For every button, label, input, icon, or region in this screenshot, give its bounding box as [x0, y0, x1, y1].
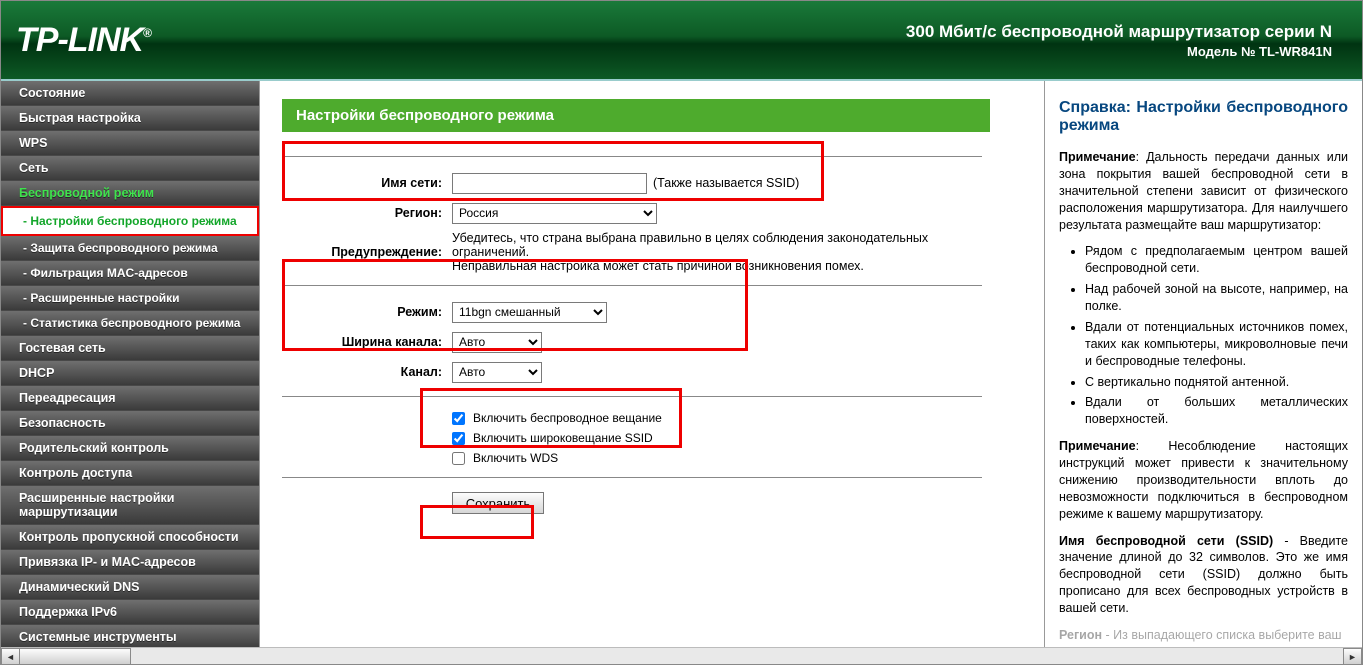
- help-panel: Справка: Настройки беспроводного режима …: [1044, 81, 1362, 647]
- ssid-label: Имя сети:: [282, 176, 452, 190]
- channel-label: Канал:: [282, 365, 452, 379]
- save-button[interactable]: Сохранить: [452, 492, 544, 514]
- main-content: Настройки беспроводного режима Имя сети:…: [260, 81, 1044, 647]
- sidebar-item[interactable]: Контроль доступа: [1, 461, 259, 486]
- help-bullet: Вдали от больших металлических поверхнос…: [1085, 394, 1348, 428]
- sidebar-subitem[interactable]: - Расширенные настройки: [1, 286, 259, 311]
- page-title: Настройки беспроводного режима: [282, 99, 990, 132]
- sidebar-item[interactable]: Безопасность: [1, 411, 259, 436]
- sidebar-item[interactable]: Беспроводной режим: [1, 181, 259, 206]
- sidebar-item[interactable]: Гостевая сеть: [1, 336, 259, 361]
- sidebar-item[interactable]: Состояние: [1, 81, 259, 106]
- scroll-right-icon[interactable]: ►: [1343, 648, 1362, 665]
- broadcast-checkbox[interactable]: [452, 412, 465, 425]
- sidebar-item[interactable]: Расширенные настройки маршрутизации: [1, 486, 259, 525]
- scroll-thumb[interactable]: [19, 648, 131, 665]
- wds-checkbox[interactable]: [452, 452, 465, 465]
- help-bullet: С вертикально поднятой антенной.: [1085, 374, 1348, 391]
- ssid-input[interactable]: [452, 173, 647, 194]
- sidebar-subitem[interactable]: - Статистика беспроводного режима: [1, 311, 259, 336]
- header-subtitle: 300 Мбит/с беспроводной маршрутизатор се…: [906, 22, 1332, 59]
- header-banner: TP-LINK® 300 Мбит/с беспроводной маршрут…: [1, 1, 1362, 81]
- sidebar-item[interactable]: DHCP: [1, 361, 259, 386]
- sidebar-item[interactable]: Системные инструменты: [1, 625, 259, 647]
- chwidth-select[interactable]: Авто: [452, 332, 542, 353]
- help-bullet: Вдали от потенциальных источников помех,…: [1085, 319, 1348, 370]
- chwidth-label: Ширина канала:: [282, 335, 452, 349]
- sidebar-item[interactable]: Родительский контроль: [1, 436, 259, 461]
- sidebar-subitem[interactable]: - Настройки беспроводного режима: [1, 206, 259, 236]
- horizontal-scrollbar[interactable]: ◄ ►: [1, 647, 1362, 665]
- sidebar-item[interactable]: Быстрая настройка: [1, 106, 259, 131]
- help-title: Справка: Настройки беспроводного режима: [1059, 99, 1348, 135]
- region-label: Регион:: [282, 206, 452, 220]
- mode-select[interactable]: 11bgn смешанный: [452, 302, 607, 323]
- sidebar-item[interactable]: Контроль пропускной способности: [1, 525, 259, 550]
- ssid-broadcast-checkbox[interactable]: [452, 432, 465, 445]
- sidebar-nav: СостояниеБыстрая настройкаWPSСетьБеспров…: [1, 81, 259, 647]
- sidebar-subitem[interactable]: - Фильтрация MAC-адресов: [1, 261, 259, 286]
- sidebar-item[interactable]: Переадресация: [1, 386, 259, 411]
- scroll-left-icon[interactable]: ◄: [1, 648, 20, 665]
- warn-label: Предупреждение:: [282, 245, 452, 259]
- sidebar-subitem[interactable]: - Защита беспроводного режима: [1, 236, 259, 261]
- help-bullet: Рядом с предполагаемым центром вашей бес…: [1085, 243, 1348, 277]
- sidebar-item[interactable]: Динамический DNS: [1, 575, 259, 600]
- channel-select[interactable]: Авто: [452, 362, 542, 383]
- mode-label: Режим:: [282, 305, 452, 319]
- logo: TP-LINK®: [16, 21, 151, 60]
- sidebar-item[interactable]: Привязка IP- и MAC-адресов: [1, 550, 259, 575]
- sidebar-item[interactable]: Сеть: [1, 156, 259, 181]
- ssid-hint: (Также называется SSID): [653, 176, 799, 190]
- sidebar-item[interactable]: WPS: [1, 131, 259, 156]
- region-select[interactable]: Россия: [452, 203, 657, 224]
- help-bullet: Над рабочей зоной на высоте, например, н…: [1085, 281, 1348, 315]
- sidebar-item[interactable]: Поддержка IPv6: [1, 600, 259, 625]
